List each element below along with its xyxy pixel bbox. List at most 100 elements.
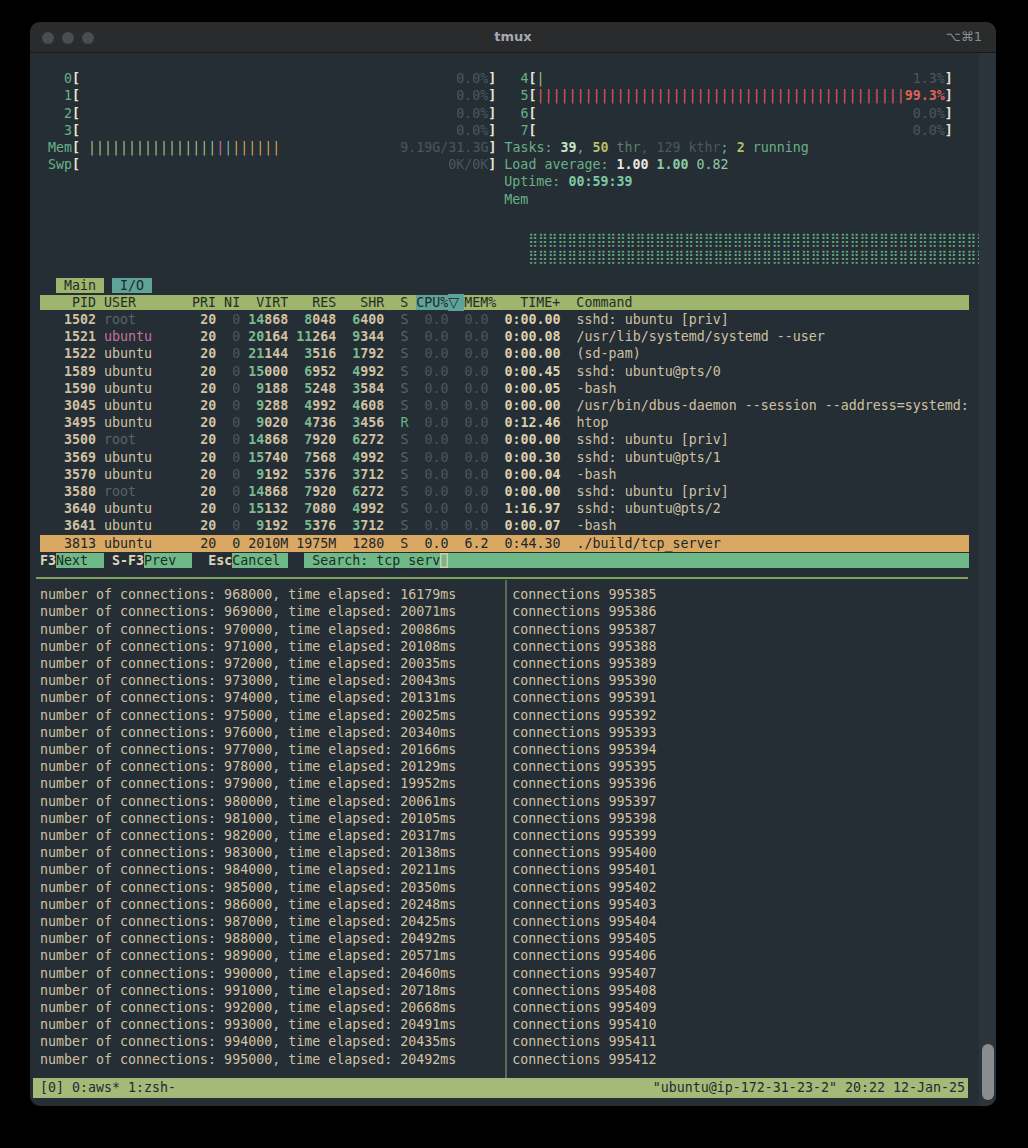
process-mem: 0.0	[456, 364, 488, 379]
process-row[interactable]: 3570 ubuntu 20 0 9192 5376 3712 S 0.0 0.…	[40, 466, 969, 483]
text-segment	[561, 467, 577, 482]
process-pid: 1589	[40, 364, 96, 379]
text-segment	[456, 845, 512, 860]
mem-label: Mem	[40, 140, 72, 155]
process-cpu: 0.0	[416, 450, 448, 465]
process-cell: 608	[360, 398, 384, 413]
pane-border-vertical[interactable]	[505, 580, 507, 1078]
fn-label-cancel[interactable]: Cancel	[232, 553, 288, 568]
process-row[interactable]: 1502 root 20 0 14868 8048 6400 S 0.0 0.0…	[40, 311, 969, 328]
text-segment	[536, 123, 912, 138]
process-table-header[interactable]: PID USER PRI NI VIRT RES SHR S CPU%▽MEM%…	[40, 294, 969, 311]
process-command: sshd: ubuntu@pts/1	[577, 450, 721, 465]
tmux-window-list[interactable]: [0] 0:aws* 1:zsh-	[40, 1078, 176, 1098]
process-row[interactable]: 1521 ubuntu 20 0 20164 11264 9344 S 0.0 …	[40, 328, 969, 345]
process-cell: 868	[264, 432, 288, 447]
process-row[interactable]: 1589 ubuntu 20 0 15000 6952 4992 S 0.0 0…	[40, 363, 969, 380]
text-segment	[456, 776, 512, 791]
text-segment	[176, 467, 184, 482]
table-header: PID USER PRI NI VIRT RES SHR S	[40, 295, 416, 310]
tab-io[interactable]: I/O	[112, 278, 152, 293]
process-cell: 7	[296, 501, 312, 516]
process-cell: 288	[264, 398, 288, 413]
process-cell: 0	[224, 501, 240, 516]
text-segment	[80, 123, 456, 138]
process-user: ubuntu	[104, 346, 176, 361]
fn-label-prev[interactable]: Prev	[144, 553, 192, 568]
scrollbar-track[interactable]	[979, 53, 996, 1106]
htop-function-bar[interactable]: F3Next S-F3Prev EscCancel Search: tcp_se…	[40, 552, 969, 569]
left-pane-output-line: number of connections: 986000, time elap…	[40, 897, 456, 912]
text-segment: [	[72, 71, 80, 86]
text-segment	[561, 346, 577, 361]
cpu-label: 0	[40, 71, 72, 86]
left-pane-output-line: number of connections: 985000, time elap…	[40, 880, 456, 895]
process-row[interactable]: 3641 ubuntu 20 0 9192 5376 3712 S 0.0 0.…	[40, 517, 969, 534]
text-segment	[176, 346, 184, 361]
right-pane-output-line: connections 995410	[512, 1017, 656, 1032]
process-cell: 20	[184, 450, 216, 465]
process-cell: 740	[264, 450, 288, 465]
text-segment: ;	[721, 140, 737, 155]
process-cell: 272	[360, 432, 384, 447]
left-pane-output-line: number of connections: 977000, time elap…	[40, 742, 456, 757]
text-segment: thr	[609, 140, 641, 155]
text-segment: running	[745, 140, 809, 155]
process-cpu: 0.0	[416, 467, 448, 482]
load-15min: 0.82	[697, 157, 729, 172]
text-segment	[384, 501, 400, 516]
text-segment	[216, 312, 224, 327]
text-segment	[40, 249, 528, 264]
left-pane-output-line: number of connections: 982000, time elap…	[40, 828, 456, 843]
process-row[interactable]: 3495 ubuntu 20 0 9020 4736 3456 R 0.0 0.…	[40, 414, 969, 431]
tab-main[interactable]: Main	[56, 278, 104, 293]
cpu-meter-value: 0.0%	[913, 106, 945, 121]
text-segment	[489, 450, 505, 465]
text-segment: [	[72, 140, 80, 155]
process-cpu: 0.0	[416, 536, 448, 551]
right-pane-output-line: connections 995405	[512, 931, 656, 946]
scrollbar-thumb[interactable]	[982, 1044, 994, 1100]
fn-key-esc[interactable]: Esc	[208, 553, 232, 568]
process-row[interactable]: 3500 root 20 0 14868 7920 6272 S 0.0 0.0…	[40, 431, 969, 448]
process-cell: 992	[360, 450, 384, 465]
sort-column-header[interactable]: CPU%	[416, 295, 448, 310]
right-pane-output-line: connections 995400	[512, 845, 656, 860]
htop-tabs-row: Main I/O	[40, 277, 969, 294]
process-cell: 376	[312, 467, 336, 482]
text-segment	[80, 88, 456, 103]
process-row[interactable]: 3045 ubuntu 20 0 9288 4992 4608 S 0.0 0.…	[40, 397, 969, 414]
process-row[interactable]: 3640 ubuntu 20 0 15132 7080 4992 S 0.0 0…	[40, 500, 969, 517]
process-cell: 4	[344, 398, 360, 413]
text-segment	[456, 725, 512, 740]
text-segment	[456, 828, 512, 843]
text-segment	[176, 398, 184, 413]
fn-key-shift-f3[interactable]: S-F3	[112, 553, 144, 568]
fn-key-f3[interactable]: F3	[40, 553, 56, 568]
process-cell: 0	[224, 346, 240, 361]
text-segment	[40, 174, 504, 189]
search-input[interactable]: Search: tcp_serv	[304, 553, 440, 568]
titlebar[interactable]: tmux ⌥⌘1	[30, 22, 996, 53]
text-segment	[176, 536, 184, 551]
text-segment	[384, 398, 400, 413]
right-pane-output-line: connections 995385	[512, 587, 656, 602]
left-pane-output-line: number of connections: 974000, time elap…	[40, 690, 456, 705]
process-row[interactable]: 1522 ubuntu 20 0 21144 3516 1792 S 0.0 0…	[40, 345, 969, 362]
cpu-meters-row: 0[ 0.0%] 4[| 1.3%]	[40, 70, 969, 87]
text-segment	[456, 862, 512, 877]
fn-label-next[interactable]: Next	[56, 553, 104, 568]
process-cell: 20	[184, 536, 216, 551]
process-row[interactable]: 1590 ubuntu 20 0 9188 5248 3584 S 0.0 0.…	[40, 380, 969, 397]
process-cell: 0	[224, 450, 240, 465]
process-cell: 7	[296, 432, 312, 447]
uptime-value: 00:59:39	[568, 174, 632, 189]
process-cpu: 0.0	[416, 484, 448, 499]
process-command: -bash	[577, 467, 617, 482]
right-pane-output-line: connections 995388	[512, 639, 656, 654]
process-row[interactable]: 3813 ubuntu 20 0 2010M 1975M 1280 S 0.0 …	[40, 535, 969, 552]
mem-graph: ⣿⣿⣿⣿⣿⣿⣿⣿⣿⣿⣿⣿⣿⣿⣿⣿⣿⣿⣿⣿⣿⣿⣿⣿⣿⣿⣿⣿⣿⣿⣿⣿⣿⣿⣿⣿⣿⣿⣿⣿…	[528, 232, 996, 247]
process-cell: 736	[312, 415, 336, 430]
process-row[interactable]: 3580 root 20 0 14868 7920 6272 S 0.0 0.0…	[40, 483, 969, 500]
process-row[interactable]: 3569 ubuntu 20 0 15740 7568 4992 S 0.0 0…	[40, 449, 969, 466]
